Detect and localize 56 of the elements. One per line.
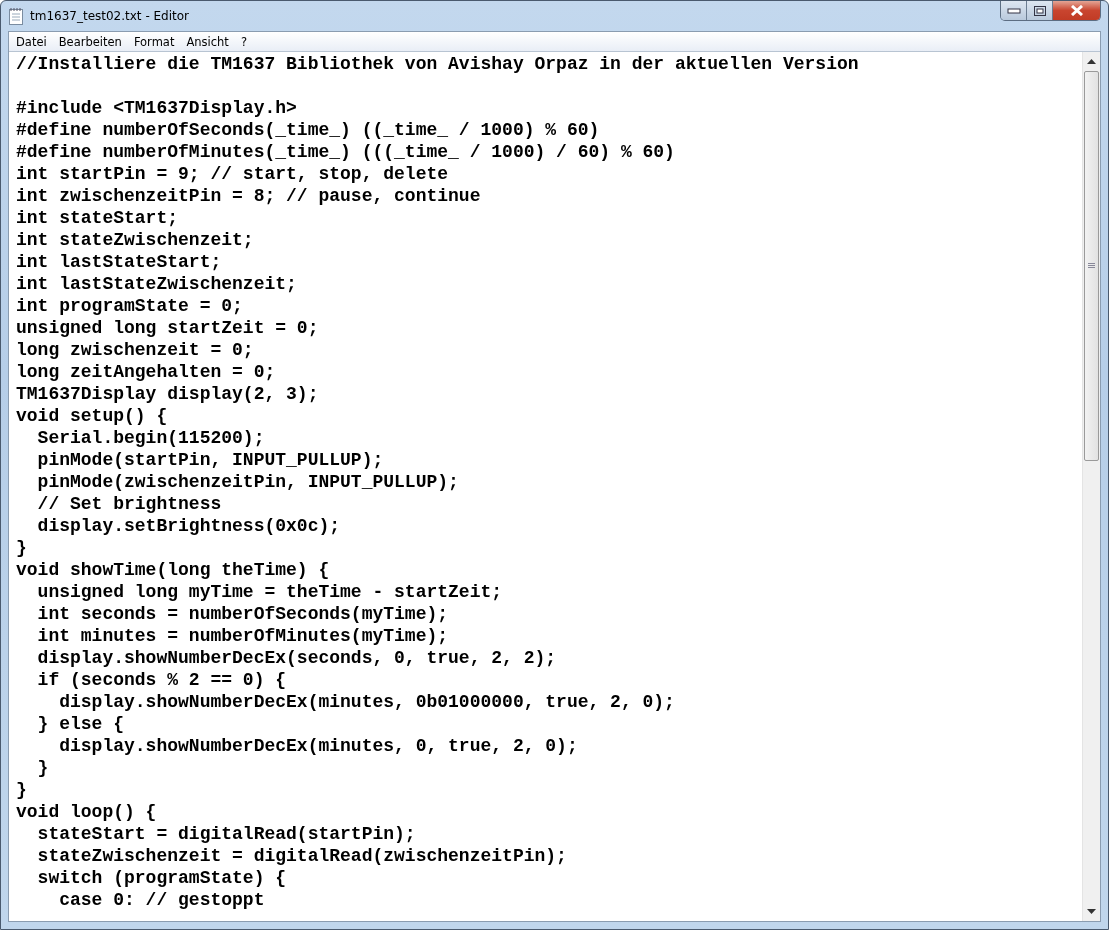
code-line: int stateStart; — [16, 207, 180, 229]
code-line: pinMode(zwischenzeitPin, INPUT_PULLUP); — [36, 471, 460, 493]
maximize-button[interactable] — [1027, 1, 1053, 20]
code-line: } — [16, 537, 28, 559]
code-line: int seconds = numberOfSeconds(myTime); — [36, 603, 450, 625]
scroll-thumb[interactable] — [1084, 71, 1099, 461]
code-line: case 0: // gestoppt — [58, 889, 266, 911]
notepad-icon — [8, 7, 24, 25]
code-line: display.setBrightness(0x0c); — [36, 515, 342, 537]
code-line: Serial.begin(115200); — [36, 427, 266, 449]
menu-item[interactable]: Datei — [10, 34, 53, 49]
code-line: display.showNumberDecEx(minutes, 0b01000000, true, 2, 0); — [58, 691, 676, 713]
minimize-icon — [1006, 7, 1021, 14]
code-line: display.showNumberDecEx(seconds, 0, true, 2, 2); — [36, 647, 558, 669]
code-line: int stateZwischenzeit; — [16, 229, 255, 251]
vertical-scrollbar[interactable] — [1082, 52, 1100, 921]
code-line: } — [16, 779, 28, 801]
menu-item[interactable]: ? — [234, 34, 253, 49]
code-line: long zeitAngehalten = 0; — [16, 361, 277, 383]
code-line: TM1637Display display(2, 3); — [16, 383, 320, 405]
code-line: int startPin = 9; // start, stop, delete — [16, 163, 450, 185]
code-line: // Set brightness — [36, 493, 223, 515]
close-button[interactable] — [1053, 1, 1100, 20]
code-line: int lastStateStart; — [16, 251, 223, 273]
menu-item[interactable]: Ansicht — [180, 34, 235, 49]
code-line: long zwischenzeit = 0; — [16, 339, 255, 361]
scroll-down-icon[interactable] — [1087, 909, 1096, 914]
minimize-button[interactable] — [1001, 1, 1027, 20]
window-title: tm1637_test02.txt - Editor — [30, 9, 190, 23]
close-icon — [1069, 5, 1084, 16]
grip-icon — [1088, 263, 1095, 269]
code-line: void loop() { — [16, 801, 158, 823]
code-line: int zwischenzeitPin = 8; // pause, continue — [16, 185, 482, 207]
code-line: pinMode(startPin, INPUT_PULLUP); — [36, 449, 385, 471]
code-line: switch (programState) { — [36, 867, 288, 889]
code-line: } else { — [36, 713, 126, 735]
code-line: if (seconds % 2 == 0) { — [36, 669, 288, 691]
code-line: void setup() { — [16, 405, 169, 427]
code-line: display.showNumberDecEx(minutes, 0, true, 2, 0); — [58, 735, 579, 757]
code-line: int lastStateZwischenzeit; — [16, 273, 298, 295]
code-line: int minutes = numberOfMinutes(myTime); — [36, 625, 450, 647]
menu-item[interactable]: Bearbeiten — [52, 34, 128, 49]
code-line: #define numberOfMinutes(_time_) (((_time_ / 1000) / 60) % 60) — [16, 141, 676, 163]
code-line: unsigned long startZeit = 0; — [16, 317, 320, 339]
code-line: } — [36, 757, 50, 779]
code-line: unsigned long myTime = theTime - startZeit; — [36, 581, 504, 603]
menu-item[interactable]: Format — [127, 34, 181, 49]
code-line: #define numberOfSeconds(_time_) ((_time_ / 1000) % 60) — [16, 119, 601, 141]
code-line: int programState = 0; — [16, 295, 244, 317]
code-line: stateStart = digitalRead(startPin); — [36, 823, 417, 845]
code-line: //Installiere die TM1637 Bibliothek von Avishay Orpaz in der aktuellen Version — [16, 53, 860, 75]
maximize-icon — [1033, 5, 1046, 16]
scroll-up-icon[interactable] — [1087, 59, 1096, 64]
code-line: stateZwischenzeit = digitalRead(zwischenzeitPin); — [36, 845, 568, 867]
code-line: #include <TM1637Display.h> — [16, 97, 298, 119]
code-line: void showTime(long theTime) { — [16, 559, 331, 581]
